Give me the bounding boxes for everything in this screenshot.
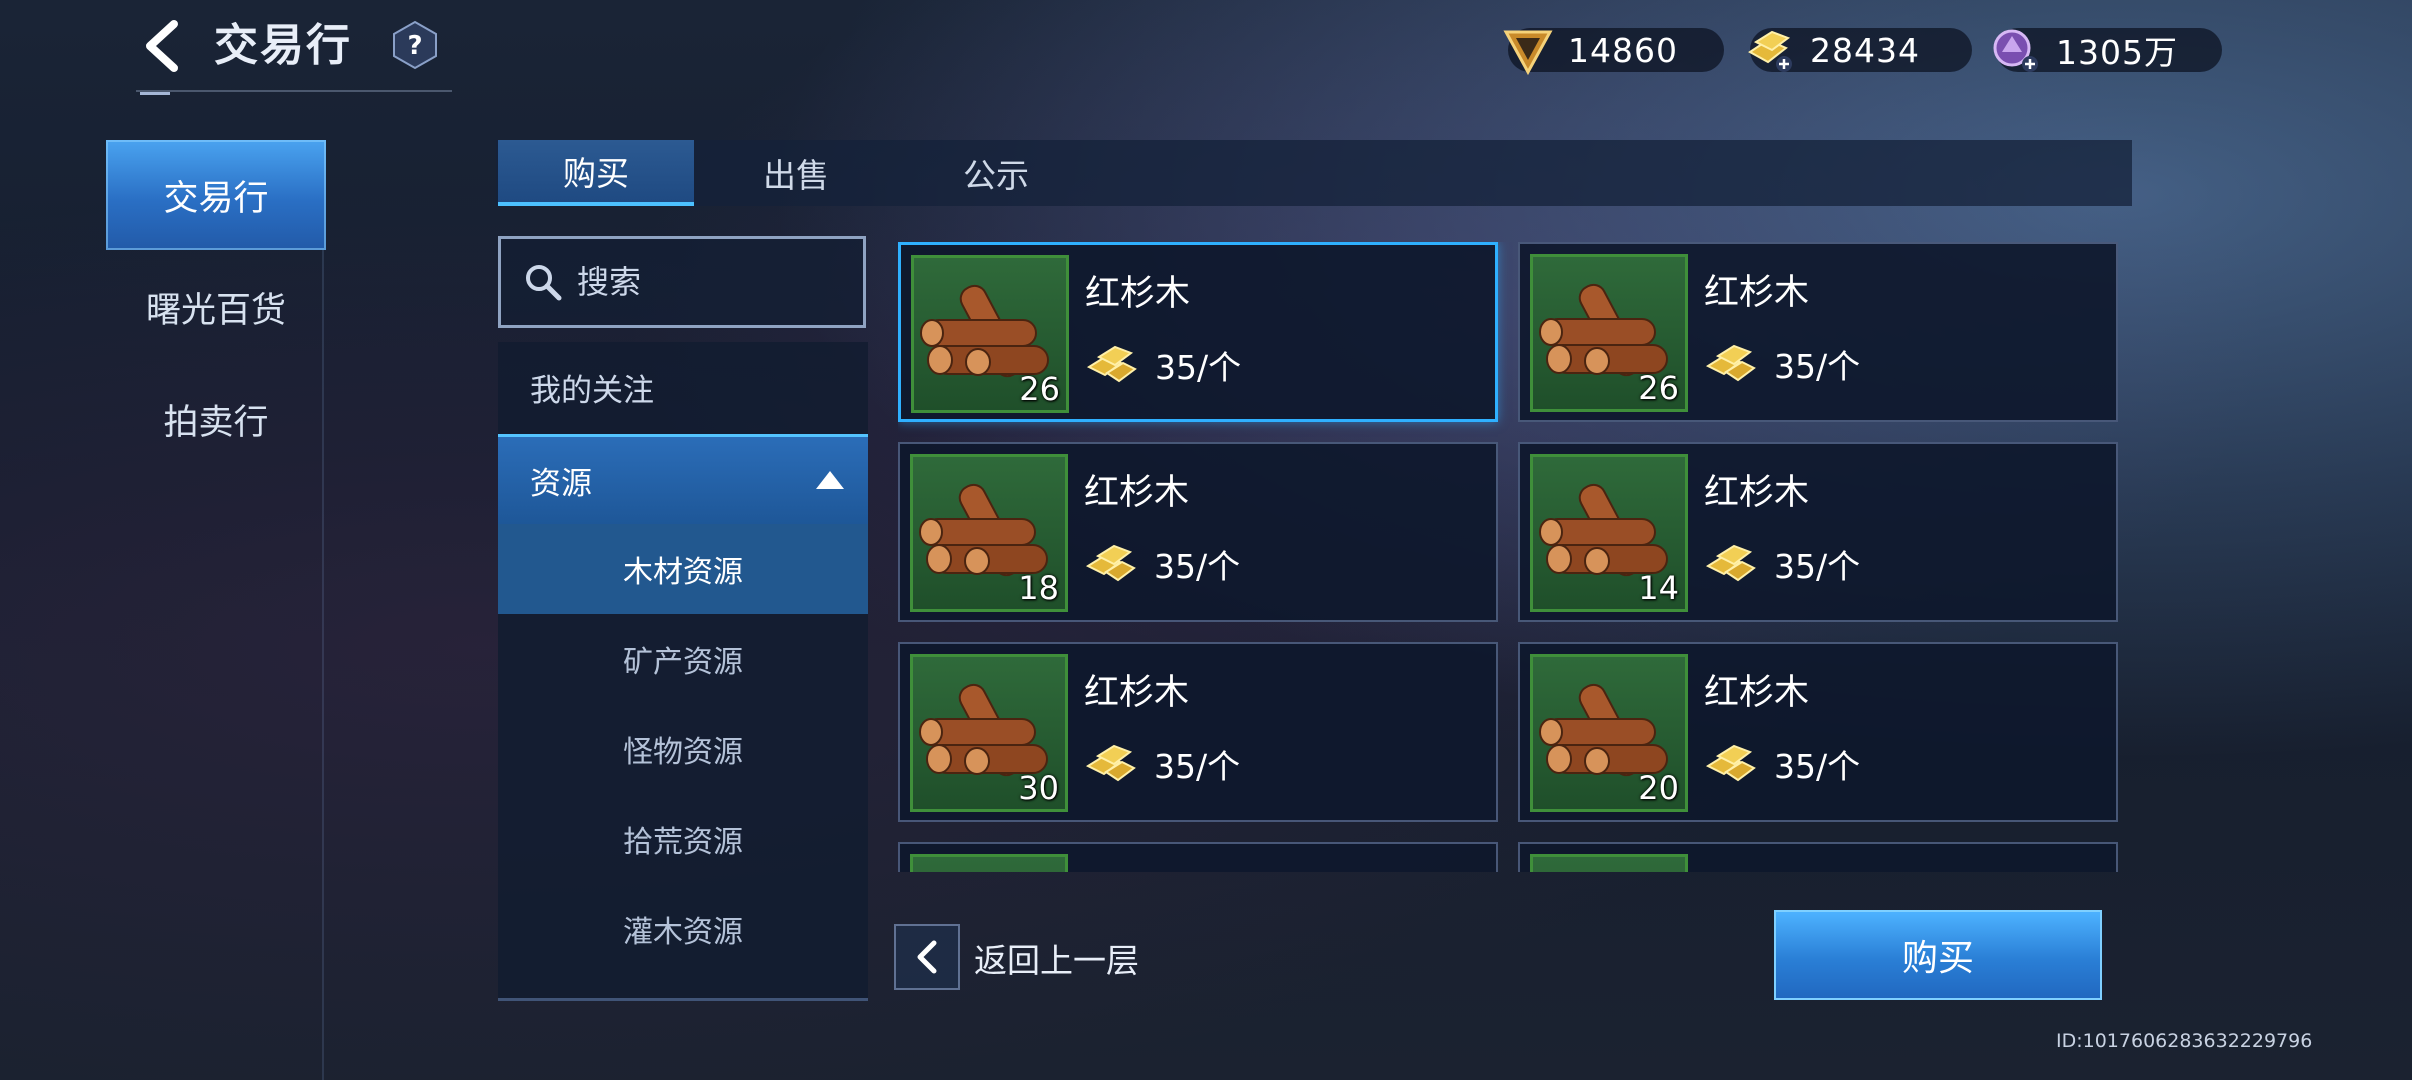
- gold-bars-icon: [1705, 544, 1756, 582]
- tab-label: 公示: [963, 156, 1029, 195]
- item-thumbnail: [910, 854, 1068, 872]
- tab-buy[interactable]: 购买: [498, 140, 694, 206]
- listing-card[interactable]: 14 红杉木 35/个: [1518, 442, 2118, 622]
- subcategory-label: 木材资源: [623, 555, 743, 590]
- help-icon: ?: [393, 20, 437, 70]
- subcategory-wood[interactable]: 木材资源: [498, 524, 868, 614]
- item-name: 红杉木: [1704, 673, 1810, 713]
- subcategory-monster[interactable]: 怪物资源: [498, 704, 868, 794]
- category-label: 我的关注: [530, 372, 654, 409]
- help-button[interactable]: ?: [392, 20, 438, 70]
- item-thumbnail: 20: [1530, 654, 1688, 812]
- side-nav-item-label: 拍卖行: [163, 402, 269, 443]
- triangle-crystal-icon: [1503, 30, 1553, 76]
- buy-button[interactable]: 购买: [1774, 910, 2102, 1000]
- user-id: ID:1017606283632229796: [2056, 1030, 2313, 1052]
- item-name: 红杉木: [1704, 473, 1810, 513]
- search-input[interactable]: [575, 262, 859, 302]
- subcategory-label: 矿产资源: [623, 645, 743, 680]
- gold-bars-add-icon: [1748, 30, 1792, 72]
- item-thumbnail: 26: [911, 255, 1069, 413]
- currency-gold[interactable]: 28434: [1748, 28, 1972, 72]
- category-label: 资源: [530, 466, 592, 502]
- side-nav-item-store[interactable]: 曙光百货: [106, 252, 326, 362]
- currency-gem-value: 1305万: [2056, 33, 2178, 72]
- currency-crystal-value: 14860: [1568, 30, 1678, 70]
- gold-bars-icon: [1705, 744, 1756, 782]
- page-title: 交易行: [214, 20, 352, 71]
- gold-bars-icon: [1705, 344, 1756, 382]
- header-divider-accent: [140, 92, 170, 95]
- subcategory-scavenge[interactable]: 拾荒资源: [498, 794, 868, 884]
- item-thumbnail: 26: [1530, 254, 1688, 412]
- back-layer-button[interactable]: [894, 924, 960, 990]
- item-price: 35/个: [1155, 348, 1242, 387]
- item-price: 35/个: [1154, 747, 1241, 786]
- item-price: 35/个: [1154, 547, 1241, 586]
- currency-gem[interactable]: 1305万: [1993, 28, 2222, 72]
- back-button[interactable]: [132, 14, 192, 78]
- back-layer-label[interactable]: 返回上一层: [974, 934, 1139, 982]
- item-quantity: 20: [1638, 769, 1679, 807]
- chevron-left-icon: [917, 940, 937, 974]
- subcategory-shrub[interactable]: 灌木资源: [498, 884, 868, 974]
- item-quantity: 26: [1638, 369, 1679, 407]
- currency-gold-value: 28434: [1810, 30, 1920, 70]
- item-price: 35/个: [1774, 347, 1861, 386]
- tab-label: 出售: [763, 156, 829, 195]
- category-favorites[interactable]: 我的关注: [498, 342, 868, 432]
- item-name: 红杉木: [1084, 673, 1190, 713]
- purple-gem-add-icon: [1993, 29, 2038, 72]
- item-price: 35/个: [1774, 547, 1861, 586]
- category-group-resources[interactable]: 资源: [498, 434, 868, 524]
- item-price: 35/个: [1774, 747, 1861, 786]
- chevron-left-icon: [146, 20, 178, 72]
- item-name: 红杉木: [1085, 274, 1191, 314]
- item-thumbnail: 18: [910, 454, 1068, 612]
- item-thumbnail: 30: [910, 654, 1068, 812]
- item-quantity: 14: [1638, 569, 1679, 607]
- subcategory-label: 怪物资源: [623, 735, 743, 770]
- item-name: 红杉木: [1084, 473, 1190, 513]
- side-nav-item-label: 交易行: [163, 178, 269, 219]
- subcategory-label: 拾荒资源: [623, 825, 743, 860]
- listing-card[interactable]: 18 红杉木 35/个: [898, 442, 1498, 622]
- collapse-arrow-icon: [816, 471, 844, 489]
- item-name: 红杉木: [1704, 273, 1810, 313]
- gold-bars-icon: [1086, 345, 1137, 383]
- side-nav-item-label: 曙光百货: [145, 290, 286, 331]
- listing-card[interactable]: 26 红杉木 35/个: [1518, 242, 2118, 422]
- side-nav-item-auction[interactable]: 拍卖行: [106, 364, 326, 474]
- item-quantity: 26: [1019, 370, 1060, 408]
- listing-card[interactable]: 20 红杉木 35/个: [1518, 642, 2118, 822]
- item-thumbnail: [1530, 854, 1688, 872]
- listing-card[interactable]: [1518, 842, 2118, 872]
- search-icon: [526, 265, 562, 301]
- header-divider: [136, 90, 452, 92]
- subcategory-label: 灌木资源: [623, 915, 743, 950]
- gold-bars-icon: [1085, 744, 1136, 782]
- listing-card[interactable]: 30 红杉木 35/个: [898, 642, 1498, 822]
- item-quantity: 30: [1018, 769, 1059, 807]
- tab-sell[interactable]: 出售: [698, 140, 894, 206]
- currency-crystal[interactable]: 14860: [1503, 28, 1724, 76]
- gold-bars-icon: [1085, 544, 1136, 582]
- side-nav-item-trade[interactable]: 交易行: [106, 140, 326, 250]
- item-quantity: 18: [1018, 569, 1059, 607]
- listing-card[interactable]: 26 红杉木 35/个: [898, 242, 1498, 422]
- listing-card[interactable]: [898, 842, 1498, 872]
- listing-grid: 26 红杉木 35/个 26 红杉木 35/个 18 红杉木 35/个 14 红杉木 35/个 30 红杉…: [898, 242, 2120, 872]
- search-box[interactable]: [498, 236, 866, 328]
- tab-label: 购买: [563, 154, 629, 193]
- tab-public[interactable]: 公示: [898, 140, 1094, 206]
- svg-text:?: ?: [407, 31, 422, 61]
- buy-button-label: 购买: [1901, 938, 1974, 979]
- subcategory-mineral[interactable]: 矿产资源: [498, 614, 868, 704]
- item-thumbnail: 14: [1530, 454, 1688, 612]
